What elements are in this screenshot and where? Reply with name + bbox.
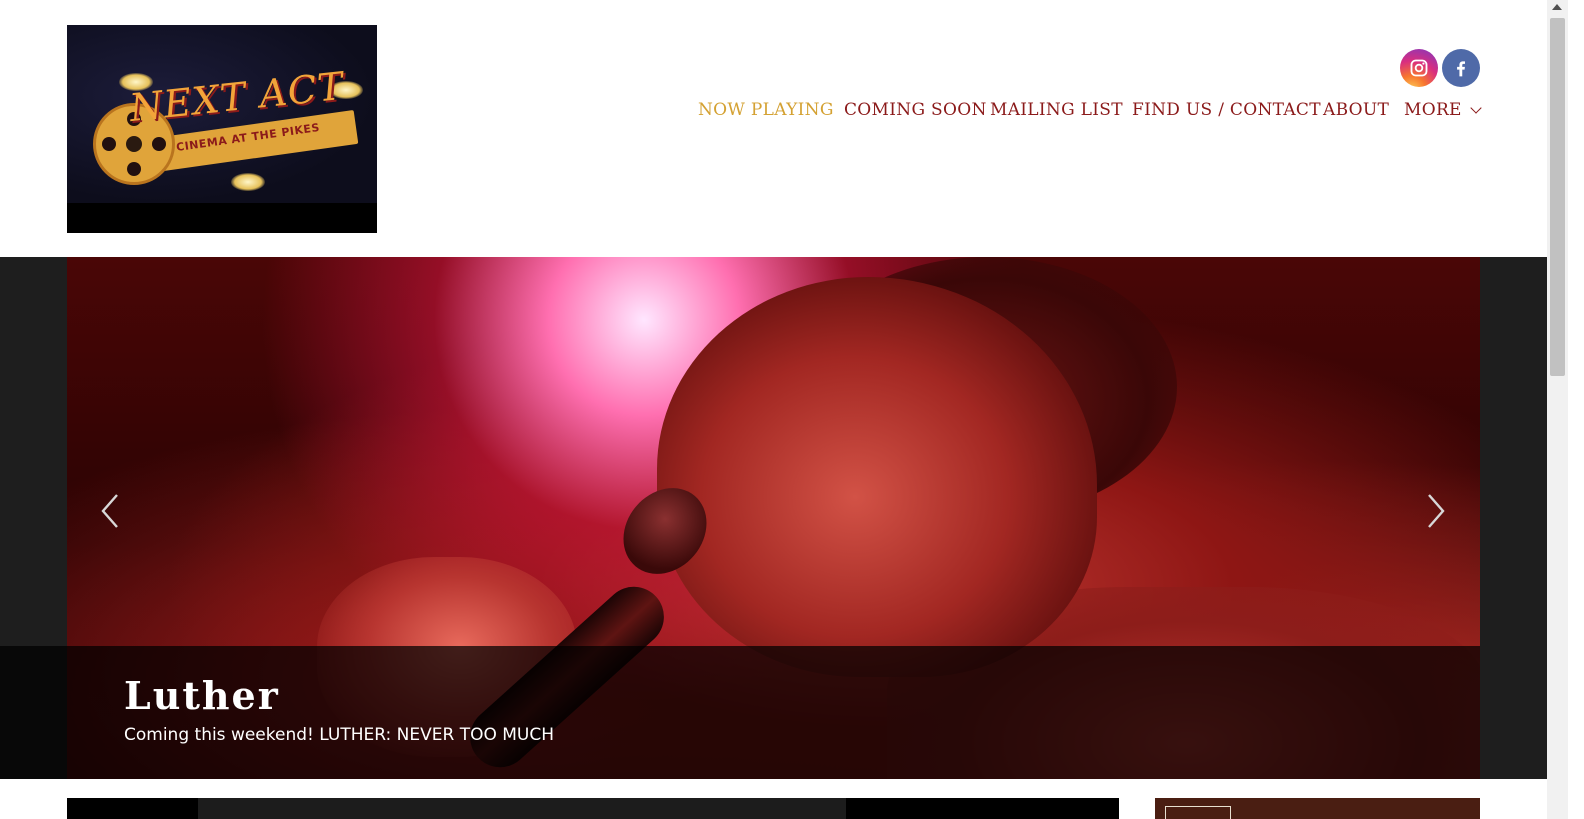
slider-prev-button[interactable] (93, 493, 129, 529)
sidebar-frame (1165, 806, 1231, 819)
scrollbar-thumb[interactable] (1550, 18, 1565, 376)
nav-now-playing[interactable]: NOW PLAYING (698, 100, 834, 124)
nav-about[interactable]: ABOUT (1323, 100, 1389, 124)
nav-find-us-contact[interactable]: FIND US / CONTACT (1132, 100, 1321, 124)
slider-next-button[interactable] (1417, 493, 1453, 529)
slide-subtitle: Coming this weekend! LUTHER: NEVER TOO M… (124, 725, 555, 745)
site-logo[interactable]: CINEMA AT THE PIKES NEXT ACT (67, 25, 377, 233)
facebook-link[interactable] (1442, 49, 1480, 87)
logo-ceiling-light (231, 173, 265, 191)
logo-bottom-strip (67, 203, 377, 233)
instagram-icon (1410, 59, 1428, 77)
nav-mailing-list[interactable]: MAILING LIST (990, 100, 1123, 124)
slide-title[interactable]: Luther (124, 673, 280, 718)
chevron-down-icon (1470, 102, 1482, 114)
scroll-up-icon[interactable] (1552, 4, 1562, 10)
chevron-left-icon (101, 494, 118, 528)
instagram-link[interactable] (1400, 49, 1438, 87)
facebook-icon (1457, 61, 1465, 77)
nav-more-label: MORE (1404, 100, 1462, 120)
nav-more[interactable]: MORE (1404, 100, 1482, 124)
content-video-frame (198, 798, 846, 819)
chevron-right-icon (1428, 494, 1445, 528)
nav-coming-soon[interactable]: COMING SOON (844, 100, 987, 124)
